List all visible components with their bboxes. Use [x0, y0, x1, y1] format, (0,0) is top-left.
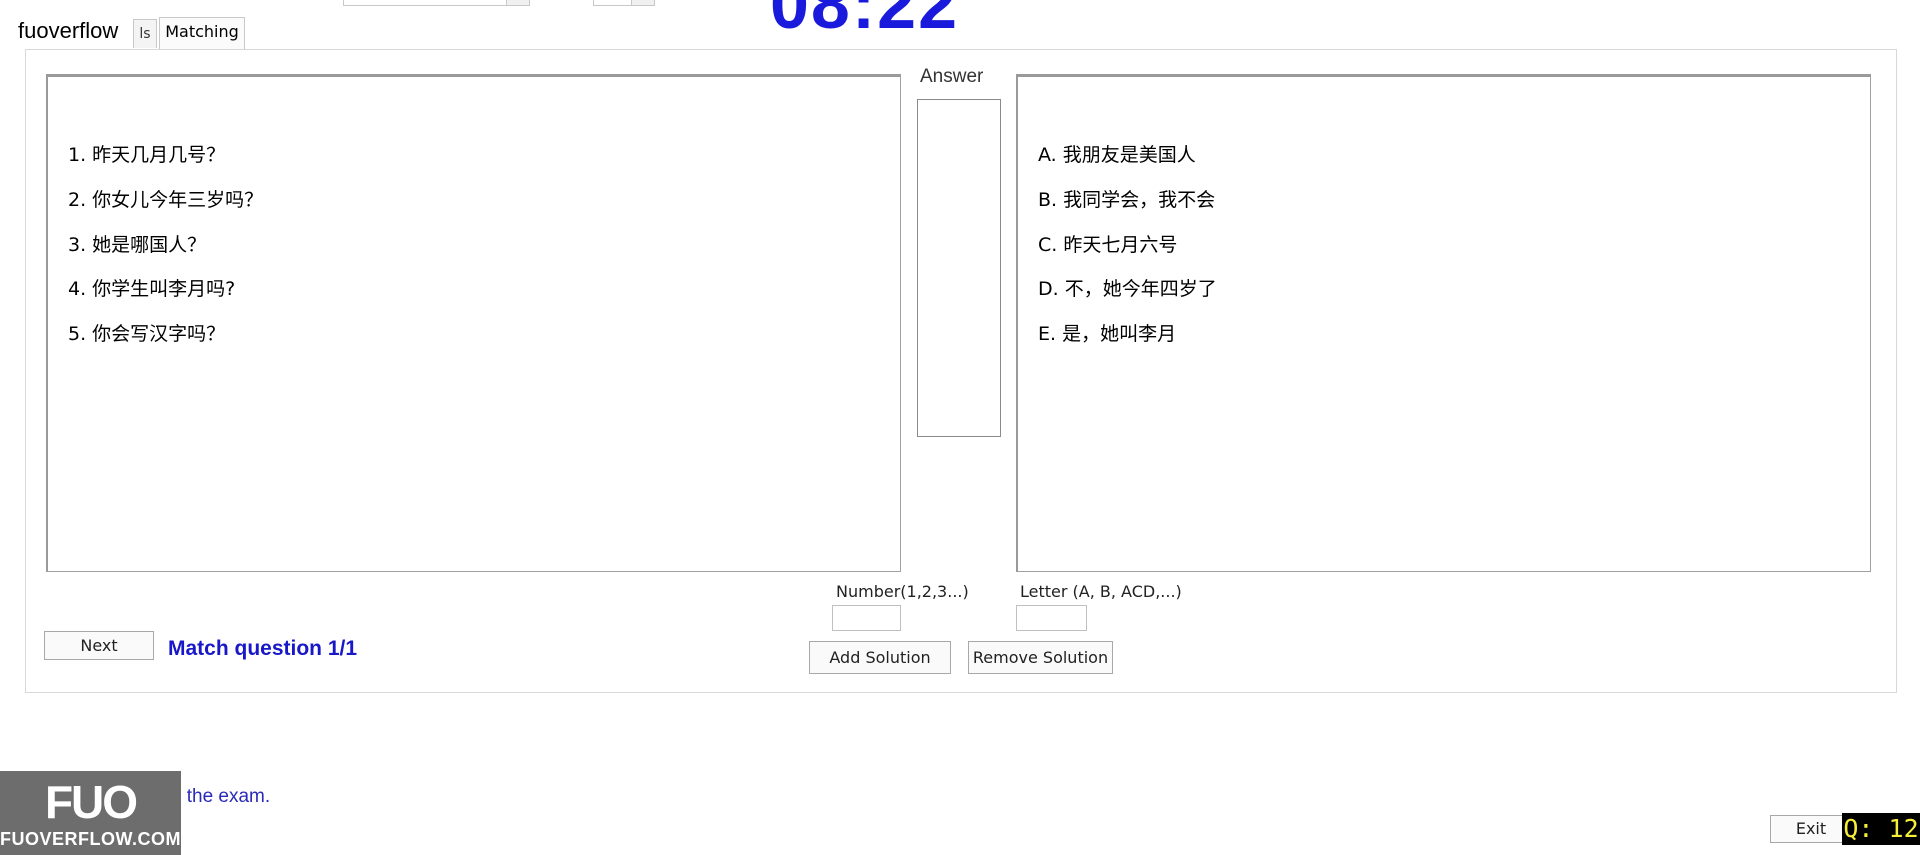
dropdown-arrow-icon[interactable] — [506, 0, 529, 5]
number-label: Number(1,2,3...) — [836, 582, 969, 601]
tab-matching[interactable]: Matching — [159, 17, 245, 49]
question-list[interactable]: 1. 昨天几月几号？ 2. 你女儿今年三岁吗？ 3. 她是哪国人？ 4. 你学生… — [46, 74, 901, 572]
exit-button[interactable]: Exit — [1770, 815, 1852, 843]
top-combo-2[interactable] — [593, 0, 655, 6]
question-item-4: 4. 你学生叫李月吗? — [68, 278, 236, 300]
question-item-2: 2. 你女儿今年三岁吗？ — [68, 189, 264, 211]
question-item-3: 3. 她是哪国人？ — [68, 234, 207, 256]
match-status: Match question 1/1 — [168, 637, 358, 660]
logo-mark: FUO — [44, 776, 138, 828]
answer-item-d: D. 不，她今年四岁了 — [1038, 278, 1217, 300]
top-combo-1[interactable] — [343, 0, 530, 6]
next-button[interactable]: Next — [44, 631, 154, 660]
letter-label: Letter (A, B, ACD,...) — [1020, 582, 1182, 601]
logo-text: FUOVERFLOW.COM — [0, 829, 181, 849]
exam-timer: 08:22 — [770, 0, 960, 43]
letter-input[interactable] — [1016, 605, 1087, 631]
answer-item-a: A. 我朋友是美国人 — [1038, 144, 1196, 166]
question-item-5: 5. 你会写汉字吗？ — [68, 323, 226, 345]
number-input[interactable] — [832, 605, 901, 631]
remove-solution-button[interactable]: Remove Solution — [968, 641, 1113, 674]
answer-item-e: E. 是，她叫李月 — [1038, 323, 1177, 345]
tab-previous[interactable]: ls — [133, 19, 157, 48]
fuoverflow-logo: FUO FUOVERFLOW.COM — [0, 771, 181, 855]
watermark-label: fuoverflow — [18, 18, 119, 43]
question-count-badge: Q: 12 — [1842, 813, 1920, 845]
answer-label: Answer — [920, 66, 984, 87]
add-solution-button[interactable]: Add Solution — [809, 641, 951, 674]
answer-box[interactable] — [917, 99, 1001, 437]
question-item-1: 1. 昨天几月几号？ — [68, 144, 226, 166]
dropdown-arrow-icon[interactable] — [631, 0, 654, 5]
answer-item-c: C. 昨天七月六号 — [1038, 234, 1178, 256]
answer-list[interactable]: A. 我朋友是美国人 B. 我同学会，我不会 C. 昨天七月六号 D. 不，她今… — [1016, 74, 1871, 572]
answer-item-b: B. 我同学会，我不会 — [1038, 189, 1216, 211]
